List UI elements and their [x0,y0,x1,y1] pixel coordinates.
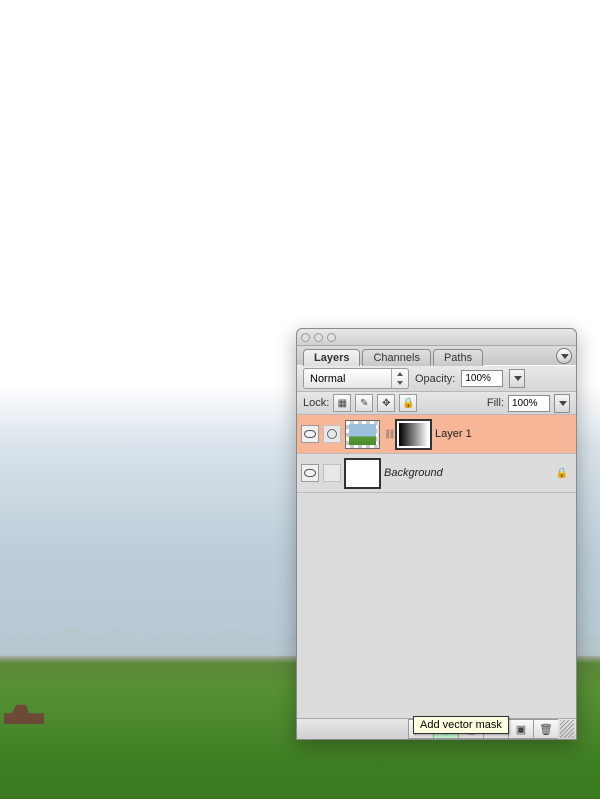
mask-thumbnail[interactable] [396,420,431,449]
tab-paths[interactable]: Paths [433,349,483,366]
lock-position-icon[interactable]: ✥ [377,394,395,412]
layer-name[interactable]: Background [384,467,443,479]
lock-row: Lock: ▦ ✎ ✥ 🔒 Fill: 100% [297,392,576,415]
opacity-label: Opacity: [415,373,455,385]
layer-list-empty-area[interactable] [297,493,576,718]
tab-layers[interactable]: Layers [303,349,360,366]
layer-row-1[interactable]: ⛓ Layer 1 [297,415,576,454]
link-slot[interactable] [323,425,341,443]
layer-list: ⛓ Layer 1 Background 🔒 [297,415,576,718]
blend-mode-value: Normal [310,373,345,385]
close-dot[interactable] [301,333,310,342]
blend-row: Normal Opacity: 100% [297,365,576,392]
new-layer-button[interactable]: ▣ [508,719,533,739]
zoom-dot[interactable] [327,333,336,342]
lock-all-icon[interactable]: 🔒 [399,394,417,412]
layers-panel: Layers Channels Paths Normal Opacity: 10… [296,328,577,740]
tooltip: Add vector mask [413,716,509,734]
fill-input[interactable]: 100% [508,395,550,412]
visibility-icon[interactable] [301,464,319,482]
opacity-input[interactable]: 100% [461,370,503,387]
layer-name[interactable]: Layer 1 [435,428,472,440]
lock-pixels-icon[interactable]: ✎ [355,394,373,412]
resize-grip-icon[interactable] [560,720,574,738]
lock-transparent-icon[interactable]: ▦ [333,394,351,412]
fill-slider-button[interactable] [554,394,570,413]
visibility-icon[interactable] [301,425,319,443]
delete-layer-button[interactable]: 🗑 [533,719,558,739]
tab-channels[interactable]: Channels [362,349,430,366]
mask-link-icon[interactable]: ⛓ [384,429,392,440]
layer-thumbnail[interactable] [345,459,380,488]
panel-menu-icon[interactable] [556,348,572,364]
panel-titlebar[interactable] [297,329,576,346]
layer-row-background[interactable]: Background 🔒 [297,454,576,493]
panel-tabs: Layers Channels Paths [297,346,576,365]
fill-label: Fill: [487,397,504,409]
lock-label: Lock: [303,397,329,409]
link-slot[interactable] [323,464,341,482]
minimize-dot[interactable] [314,333,323,342]
blend-mode-select[interactable]: Normal [303,368,409,389]
opacity-slider-button[interactable] [509,369,525,388]
layer-thumbnail[interactable] [345,420,380,449]
lock-icon: 🔒 [556,467,568,479]
